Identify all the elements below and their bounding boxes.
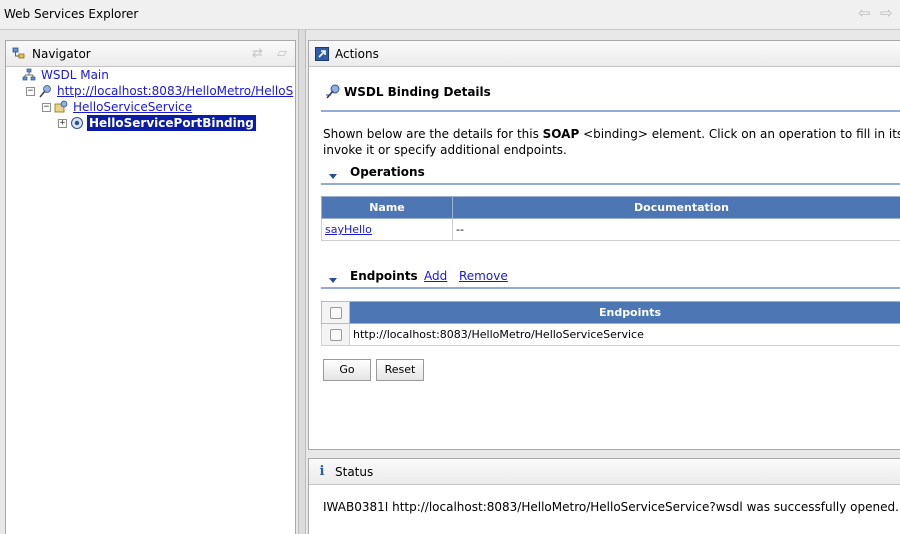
- vertical-splitter[interactable]: [298, 30, 306, 534]
- title-bar: Web Services Explorer ⇦ ⇨: [0, 0, 900, 30]
- endpoints-heading: Endpoints: [350, 269, 418, 283]
- actions-title: Actions: [335, 47, 379, 61]
- endpoint-checkbox-cell: [321, 323, 350, 346]
- endpoints-table: Endpoints http://localhost:8083/HelloMet…: [321, 301, 900, 346]
- tree-item-wsdl-url[interactable]: − http://localhost:8083/HelloMetro/Hello…: [26, 83, 295, 99]
- collapse-toggle-icon[interactable]: −: [26, 87, 35, 96]
- navigator-title: Navigator: [32, 47, 91, 61]
- reset-button[interactable]: Reset: [376, 359, 424, 381]
- collapse-toggle-icon[interactable]: −: [42, 103, 51, 112]
- operations-divider: [321, 183, 900, 185]
- operations-table: Name Documentation sayHello --: [321, 196, 900, 241]
- status-header: i Status: [309, 459, 900, 485]
- operations-heading: Operations: [350, 165, 425, 179]
- select-all-cell: [321, 301, 350, 324]
- binding-details-icon: [326, 84, 340, 99]
- tree-label-service[interactable]: HelloServiceService: [73, 99, 192, 115]
- binding-icon: [71, 117, 83, 129]
- go-button[interactable]: Go: [323, 359, 371, 381]
- title-divider: [321, 110, 900, 112]
- navigator-pane: Navigator ⇄ ▱ WSDL Main − http://localho…: [5, 40, 296, 534]
- status-message: IWAB0381I http://localhost:8083/HelloMet…: [323, 500, 899, 514]
- window-title: Web Services Explorer: [4, 7, 139, 21]
- status-title: Status: [335, 465, 374, 479]
- tree-label-wsdl-main[interactable]: WSDL Main: [41, 67, 109, 83]
- remove-endpoint-link[interactable]: Remove: [459, 269, 508, 283]
- navigator-header: Navigator ⇄ ▱: [6, 41, 295, 67]
- refresh-icon[interactable]: ⇄: [252, 47, 266, 61]
- add-endpoint-link[interactable]: Add: [424, 269, 447, 283]
- tree-label-binding[interactable]: HelloServicePortBinding: [87, 115, 256, 131]
- back-arrow-icon[interactable]: ⇦: [858, 6, 871, 21]
- forward-arrow-icon[interactable]: ⇨: [880, 6, 893, 21]
- expand-toggle-icon[interactable]: +: [58, 119, 67, 128]
- info-icon: i: [319, 464, 325, 479]
- column-header-endpoints[interactable]: Endpoints: [349, 301, 900, 324]
- navigator-tree: WSDL Main − http://localhost:8083/HelloM…: [6, 67, 295, 534]
- operation-link-sayhello[interactable]: sayHello: [325, 223, 372, 236]
- tree-label-wsdl-url[interactable]: http://localhost:8083/HelloMetro/HelloS: [57, 83, 293, 99]
- status-pane: i Status IWAB0381I http://localhost:8083…: [308, 458, 900, 534]
- table-row: sayHello --: [321, 218, 900, 241]
- operations-collapse-icon[interactable]: [329, 174, 337, 179]
- description-text: Shown below are the details for this SOA…: [323, 127, 900, 157]
- operation-documentation-cell: --: [452, 218, 900, 241]
- select-all-checkbox[interactable]: [329, 307, 342, 319]
- endpoint-url-cell: http://localhost:8083/HelloMetro/HelloSe…: [349, 323, 900, 346]
- page-title: WSDL Binding Details: [344, 85, 491, 99]
- actions-pane: Actions WSDL Binding Details Shown below…: [308, 40, 900, 450]
- operation-name-cell: sayHello: [321, 218, 453, 241]
- actions-icon: [315, 47, 329, 61]
- column-header-name[interactable]: Name: [321, 196, 453, 219]
- navigator-icon: [12, 47, 25, 59]
- service-icon: [54, 100, 68, 113]
- endpoints-divider: [321, 287, 900, 289]
- clear-icon[interactable]: ▱: [277, 47, 291, 61]
- actions-header: Actions: [309, 41, 900, 67]
- endpoint-checkbox[interactable]: [329, 329, 342, 341]
- endpoints-collapse-icon[interactable]: [329, 278, 337, 283]
- column-header-documentation[interactable]: Documentation: [452, 196, 900, 219]
- wsdl-document-icon: [39, 85, 51, 98]
- table-row: http://localhost:8083/HelloMetro/HelloSe…: [321, 323, 900, 346]
- wsdl-main-icon: [22, 68, 36, 81]
